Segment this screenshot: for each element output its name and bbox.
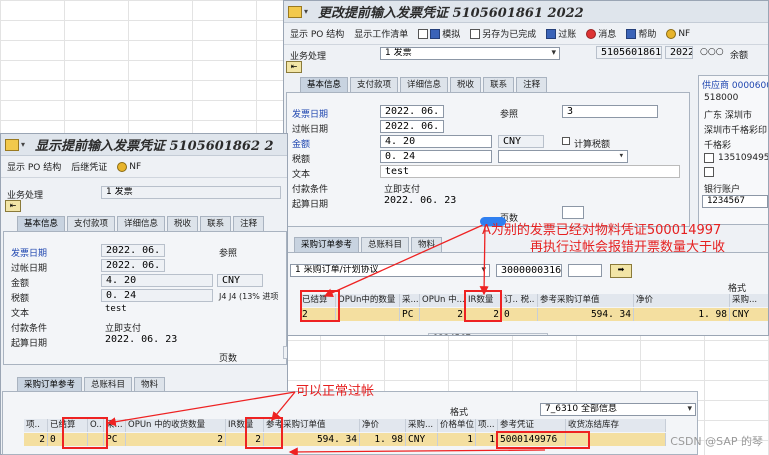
arrow-from-ref-doc <box>288 447 546 455</box>
watermark: CSDN @SAP 的琴 <box>670 435 763 448</box>
bottom-note: 可以正常过帐 <box>296 384 375 399</box>
top-note-line2: 再执行过帐会报错开票数量大于收 <box>530 240 726 255</box>
arrow-to-ir-qty-front <box>271 391 296 422</box>
arrow-to-settled-front <box>106 391 296 427</box>
arrow-to-settled-back <box>323 223 486 297</box>
